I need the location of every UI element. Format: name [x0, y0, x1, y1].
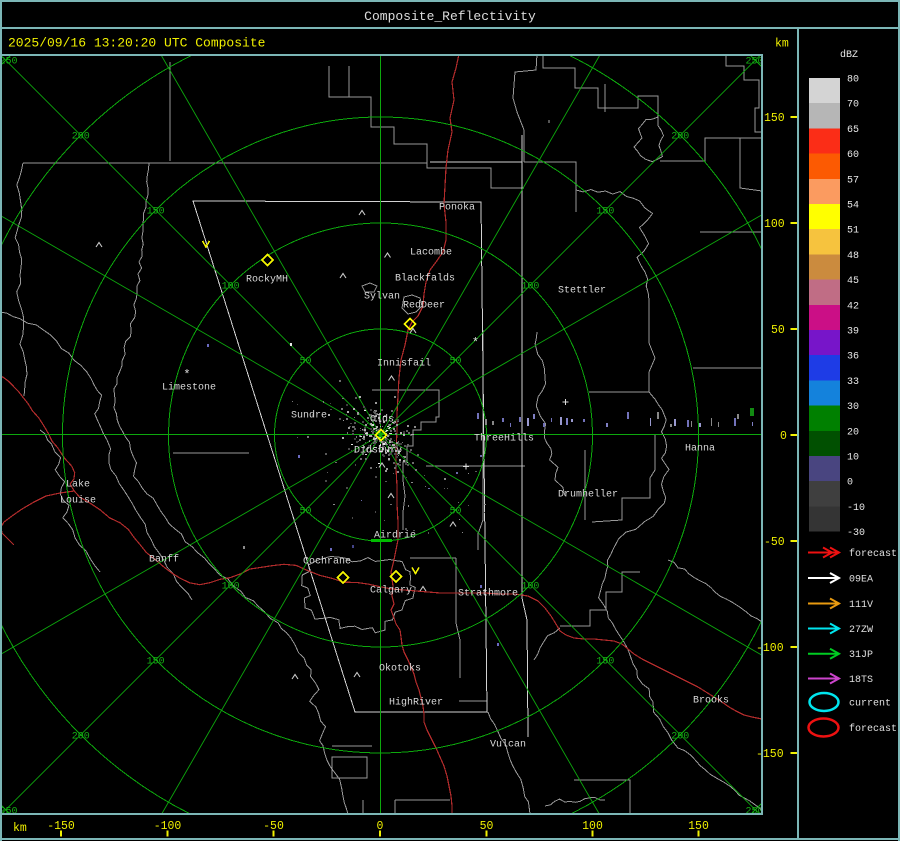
- svg-text:0: 0: [780, 430, 787, 443]
- svg-text:Brooks: Brooks: [693, 695, 729, 707]
- svg-text:54: 54: [847, 201, 859, 212]
- svg-text:-150: -150: [756, 748, 784, 761]
- svg-text:57: 57: [847, 175, 859, 186]
- svg-text:km: km: [775, 38, 789, 51]
- svg-text:HighRiver: HighRiver: [389, 697, 443, 709]
- svg-text:dBZ: dBZ: [840, 49, 858, 61]
- svg-text:150: 150: [764, 112, 785, 125]
- svg-text:*: *: [472, 336, 479, 350]
- svg-text:39: 39: [847, 327, 859, 338]
- svg-text:-10: -10: [847, 503, 865, 514]
- svg-text:51: 51: [847, 226, 859, 237]
- svg-text:45: 45: [847, 276, 859, 287]
- svg-text:36: 36: [847, 352, 859, 363]
- svg-text:RockyMH: RockyMH: [246, 274, 288, 286]
- svg-text:50: 50: [449, 357, 461, 368]
- svg-text:42: 42: [847, 301, 859, 312]
- svg-text:200: 200: [671, 132, 689, 143]
- svg-text:200: 200: [671, 731, 689, 742]
- svg-text:km: km: [13, 822, 27, 835]
- svg-text:ThreeHills: ThreeHills: [474, 433, 534, 445]
- svg-text:Cochrane: Cochrane: [303, 556, 351, 568]
- svg-text:Lacombe: Lacombe: [410, 247, 452, 259]
- svg-text:48: 48: [847, 251, 859, 262]
- svg-text:Composite_Reflectivity: Composite_Reflectivity: [364, 9, 536, 24]
- svg-text:Stettler: Stettler: [558, 285, 606, 297]
- svg-text:20: 20: [847, 427, 859, 438]
- svg-text:forecast: forecast: [849, 548, 897, 560]
- svg-text:27ZW: 27ZW: [849, 625, 873, 636]
- svg-text:18TS: 18TS: [849, 675, 873, 686]
- svg-text:Limestone: Limestone: [162, 382, 216, 394]
- svg-text:Calgary: Calgary: [370, 585, 412, 597]
- svg-text:Innisfail: Innisfail: [377, 358, 431, 370]
- svg-text:10: 10: [847, 453, 859, 464]
- svg-text:150: 150: [147, 207, 165, 218]
- svg-text:111V: 111V: [849, 600, 873, 611]
- svg-text:250: 250: [0, 57, 18, 68]
- svg-text:Okotoks: Okotoks: [379, 663, 421, 675]
- svg-text:33: 33: [847, 377, 859, 388]
- svg-text:-30: -30: [847, 528, 865, 539]
- svg-text:RedDeer: RedDeer: [403, 300, 445, 312]
- svg-text:100: 100: [222, 581, 240, 592]
- svg-text:200: 200: [72, 731, 90, 742]
- svg-text:*: *: [183, 368, 190, 382]
- svg-text:Drumheller: Drumheller: [558, 489, 618, 501]
- svg-text:60: 60: [847, 150, 859, 161]
- svg-text:09EA: 09EA: [849, 575, 873, 586]
- svg-text:Strathmore: Strathmore: [458, 588, 518, 600]
- svg-text:Lake: Lake: [66, 479, 90, 491]
- svg-text:0: 0: [847, 478, 853, 489]
- svg-text:Didsbury: Didsbury: [354, 445, 402, 457]
- svg-text:150: 150: [147, 656, 165, 667]
- svg-text:Ponoka: Ponoka: [439, 202, 475, 214]
- svg-text:Vulcan: Vulcan: [490, 739, 526, 751]
- svg-text:200: 200: [72, 132, 90, 143]
- svg-text:Banff: Banff: [149, 554, 179, 566]
- svg-text:current: current: [849, 699, 891, 710]
- svg-text:50: 50: [299, 357, 311, 368]
- svg-text:100: 100: [521, 282, 539, 293]
- svg-text:65: 65: [847, 125, 859, 136]
- svg-text:-100: -100: [756, 642, 784, 655]
- svg-text:250: 250: [745, 57, 763, 68]
- svg-text:Louise: Louise: [60, 495, 96, 507]
- svg-text:150: 150: [596, 656, 614, 667]
- svg-text:150: 150: [596, 207, 614, 218]
- svg-text:100: 100: [222, 282, 240, 293]
- svg-text:100: 100: [764, 218, 785, 231]
- svg-text:Blackfalds: Blackfalds: [395, 273, 455, 285]
- svg-text:100: 100: [521, 581, 539, 592]
- svg-text:Sundre: Sundre: [291, 410, 327, 422]
- svg-text:50: 50: [771, 324, 785, 337]
- svg-text:50: 50: [299, 507, 311, 518]
- svg-text:forecast: forecast: [849, 723, 897, 735]
- svg-text:30: 30: [847, 402, 859, 413]
- svg-text:-50: -50: [764, 536, 785, 549]
- svg-text:50: 50: [449, 507, 461, 518]
- svg-text:70: 70: [847, 100, 859, 111]
- svg-text:80: 80: [847, 75, 859, 86]
- svg-text:Olds: Olds: [370, 414, 394, 426]
- svg-text:Airdrie: Airdrie: [374, 530, 416, 542]
- svg-text:Hanna: Hanna: [685, 444, 715, 455]
- svg-text:31JP: 31JP: [849, 650, 873, 661]
- svg-text:Sylvan: Sylvan: [364, 291, 400, 303]
- svg-text:2025/09/16 13:20:20 UTC Compos: 2025/09/16 13:20:20 UTC Composite: [8, 36, 265, 51]
